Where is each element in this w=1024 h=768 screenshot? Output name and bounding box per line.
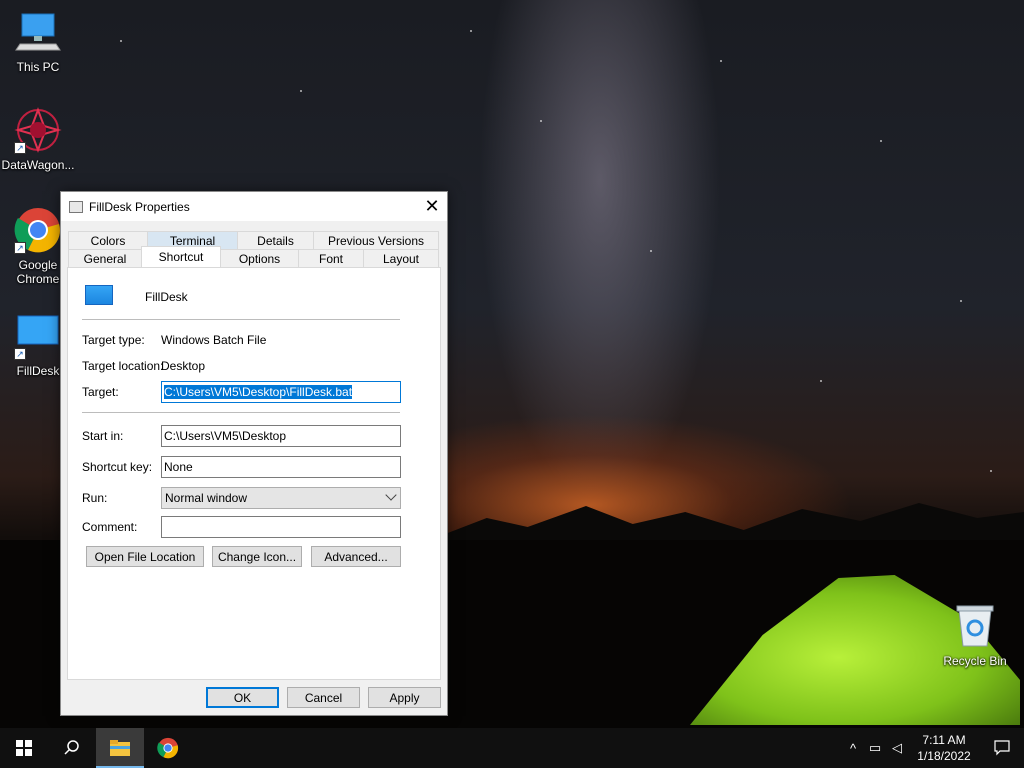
search-icon	[64, 740, 79, 755]
tab-layout[interactable]: Layout	[363, 249, 439, 267]
notification-icon	[994, 740, 1010, 756]
separator	[82, 319, 400, 320]
desktop-icon-label: Google Chrome	[16, 258, 60, 286]
volume-muted-icon[interactable]: ◁	[886, 740, 908, 756]
open-file-location-button[interactable]: Open File Location	[86, 546, 204, 567]
taskbar-chrome[interactable]	[144, 728, 192, 768]
target-type-value: Windows Batch File	[161, 333, 267, 347]
desktop-icon-label: DataWagon...	[1, 158, 75, 172]
chrome-icon	[157, 737, 179, 759]
system-tray: ^ ▭ ◁ 7:11 AM 1/18/2022	[842, 728, 1024, 768]
shortcut-name: FillDesk	[145, 290, 188, 304]
run-label: Run:	[82, 491, 108, 505]
target-input-value: C:\Users\VM5\Desktop\FillDesk.bat	[164, 385, 353, 399]
chrome-icon: ↗	[14, 206, 62, 254]
shortcut-app-icon	[69, 200, 83, 213]
apply-button[interactable]: Apply	[368, 687, 441, 708]
shortcut-tab-panel: FillDesk Target type: Windows Batch File…	[67, 267, 441, 680]
tab-colors[interactable]: Colors	[68, 231, 148, 249]
separator	[82, 412, 400, 413]
tab-shortcut[interactable]: Shortcut	[141, 246, 221, 267]
tab-row-bottom: General Shortcut Options Font Layout	[68, 246, 439, 267]
shortcut-arrow-icon: ↗	[14, 142, 26, 154]
shortcut-key-input[interactable]: None	[161, 456, 401, 478]
recycle-bin-icon	[951, 602, 999, 650]
shortcut-key-label: Shortcut key:	[82, 460, 153, 474]
file-explorer-icon	[110, 740, 130, 756]
comment-input[interactable]	[161, 516, 401, 538]
ok-button[interactable]: OK	[206, 687, 279, 708]
target-label: Target:	[82, 385, 119, 399]
notification-button[interactable]	[980, 728, 1024, 768]
change-icon-button[interactable]: Change Icon...	[212, 546, 302, 567]
clock-time: 7:11 AM	[922, 733, 966, 747]
run-select[interactable]: Normal window	[161, 487, 401, 509]
clock-date: 1/18/2022	[917, 749, 971, 763]
filldesk-icon: ↗	[14, 312, 62, 360]
target-location-label: Target location:	[82, 359, 164, 373]
clock[interactable]: 7:11 AM 1/18/2022	[908, 732, 980, 764]
desktop-icon-this-pc[interactable]: This PC	[0, 8, 76, 74]
target-type-label: Target type:	[82, 333, 145, 347]
tab-previous-versions[interactable]: Previous Versions	[313, 231, 439, 249]
comment-label: Comment:	[82, 520, 138, 534]
properties-dialog: FillDesk Properties ✕ Colors Terminal De…	[60, 191, 448, 716]
tab-details[interactable]: Details	[237, 231, 314, 249]
dialog-titlebar[interactable]: FillDesk Properties ✕	[61, 192, 447, 221]
taskbar-file-explorer[interactable]	[96, 728, 144, 768]
tab-row-top: Colors Terminal Details Previous Version…	[68, 231, 439, 249]
run-select-value: Normal window	[165, 491, 248, 505]
tab-font[interactable]: Font	[298, 249, 364, 267]
tab-options[interactable]: Options	[220, 249, 299, 267]
taskbar: ^ ▭ ◁ 7:11 AM 1/18/2022	[0, 728, 1024, 768]
computer-icon	[14, 8, 62, 56]
dialog-title: FillDesk Properties	[89, 199, 190, 214]
tab-general[interactable]: General	[68, 249, 142, 267]
desktop-icon-recycle-bin[interactable]: Recycle Bin	[937, 602, 1013, 668]
datawagon-icon: ↗	[14, 106, 62, 154]
start-in-label: Start in:	[82, 429, 124, 443]
desktop-icon-label: FillDesk	[16, 364, 60, 378]
start-button[interactable]	[0, 728, 48, 768]
desktop-icon-datawagon[interactable]: ↗ DataWagon...	[0, 106, 76, 172]
network-icon[interactable]: ▭	[864, 740, 886, 756]
desktop-icon-label: Recycle Bin	[943, 654, 1007, 668]
start-in-input[interactable]: C:\Users\VM5\Desktop	[161, 425, 401, 447]
target-input[interactable]: C:\Users\VM5\Desktop\FillDesk.bat	[161, 381, 401, 403]
target-location-value: Desktop	[161, 359, 206, 373]
chevron-down-icon	[385, 489, 397, 501]
filldesk-large-icon	[85, 285, 113, 305]
shortcut-arrow-icon: ↗	[14, 348, 26, 360]
windows-logo-icon	[16, 740, 32, 756]
search-button[interactable]	[48, 728, 96, 768]
cancel-button[interactable]: Cancel	[287, 687, 360, 708]
close-icon[interactable]: ✕	[417, 192, 447, 221]
shortcut-arrow-icon: ↗	[14, 242, 26, 254]
chevron-up-icon[interactable]: ^	[842, 741, 864, 756]
advanced-button[interactable]: Advanced...	[311, 546, 401, 567]
desktop-icon-label: This PC	[16, 60, 60, 74]
